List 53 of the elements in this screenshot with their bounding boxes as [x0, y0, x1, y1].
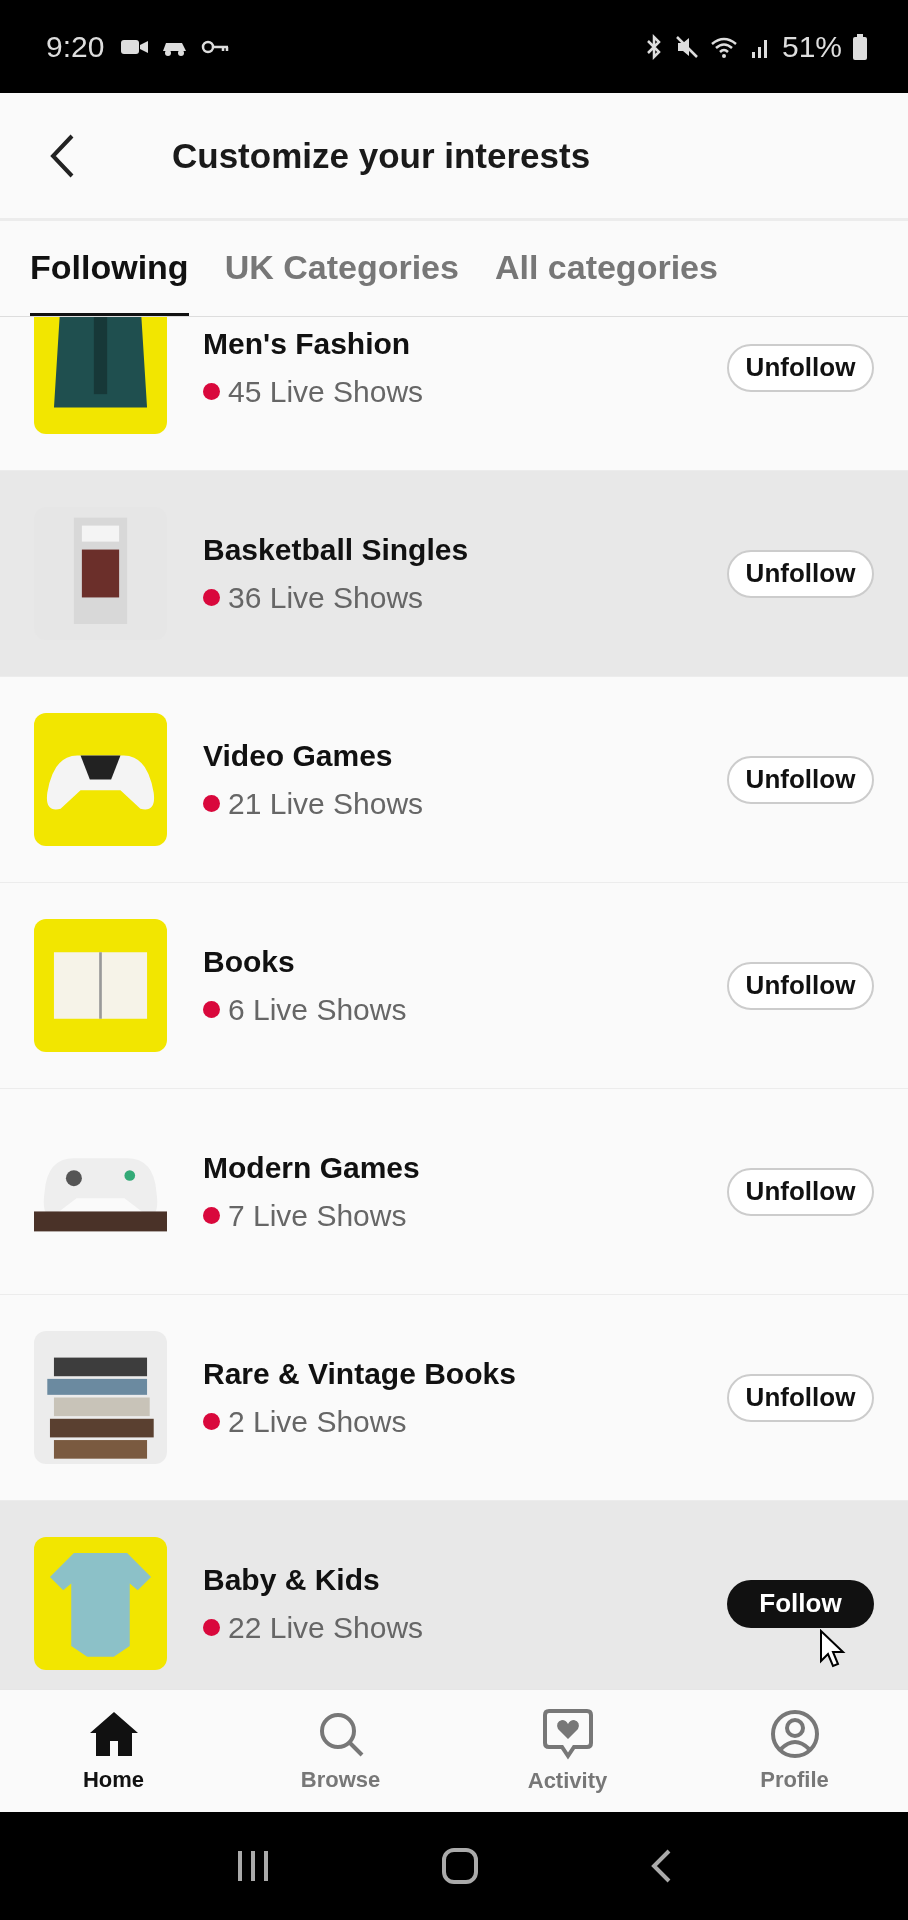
nav-tab[interactable]: Browse [227, 1690, 454, 1812]
live-dot-icon [203, 383, 220, 400]
live-show-count: 2 Live Shows [228, 1404, 407, 1439]
category-row[interactable]: Baby & Kids 22 Live Shows Follow [0, 1501, 908, 1689]
back-nav-icon[interactable] [649, 1848, 673, 1884]
category-row[interactable]: Basketball Singles 36 Live Shows Unfollow [0, 471, 908, 677]
live-show-count: 21 Live Shows [228, 786, 424, 821]
nav-label: Browse [300, 1767, 381, 1793]
live-show-count: 22 Live Shows [228, 1610, 424, 1645]
unfollow-button[interactable]: Unfollow [727, 961, 874, 1010]
back-icon[interactable] [48, 132, 76, 179]
live-dot-icon [203, 1413, 220, 1430]
live-dot-icon [203, 589, 220, 606]
category-title: Baby & Kids [203, 1562, 381, 1597]
category-row[interactable]: Men's Fashion 45 Live Shows Unfollow [0, 317, 908, 471]
live-show-count: 7 Live Shows [228, 1198, 407, 1233]
nav-label: Home [82, 1767, 145, 1793]
battery-percent: 51% [781, 29, 842, 64]
follow-button[interactable]: Follow [727, 1579, 874, 1628]
mouse-cursor-icon [818, 1629, 848, 1669]
category-title: Rare & Vintage Books [203, 1356, 517, 1391]
live-dot-icon [203, 1207, 220, 1224]
category-title: Basketball Singles [203, 532, 470, 567]
mute-icon [673, 33, 700, 60]
live-dot-icon [203, 1001, 220, 1018]
status-time: 9:20 [46, 29, 105, 64]
unfollow-button[interactable]: Unfollow [727, 343, 874, 392]
profile-icon [769, 1709, 820, 1759]
live-dot-icon [203, 1619, 220, 1636]
home-button-icon[interactable] [441, 1847, 479, 1885]
unfollow-button[interactable]: Unfollow [727, 755, 874, 804]
recent-apps-icon[interactable] [235, 1849, 271, 1883]
unfollow-button[interactable]: Unfollow [727, 1373, 874, 1422]
heart-bubble-icon [542, 1708, 593, 1760]
battery-icon [852, 32, 868, 61]
nav-label: Activity [527, 1768, 608, 1794]
tab[interactable]: UK Categories [224, 221, 459, 316]
unfollow-button[interactable]: Unfollow [727, 549, 874, 598]
live-show-count: 6 Live Shows [228, 992, 407, 1027]
category-title: Books [203, 944, 296, 979]
category-title: Modern Games [203, 1150, 421, 1185]
nav-label: Profile [760, 1767, 829, 1793]
category-title: Men's Fashion [203, 326, 412, 361]
live-show-count: 36 Live Shows [228, 580, 424, 615]
nav-tab[interactable]: Activity [454, 1690, 681, 1812]
tab[interactable]: All categories [494, 221, 718, 316]
live-show-count: 45 Live Shows [228, 374, 424, 409]
category-title: Video Games [203, 738, 394, 773]
nav-tab[interactable]: Home [0, 1690, 227, 1812]
unfollow-button[interactable]: Unfollow [727, 1167, 874, 1216]
page-title: Customize your interests [172, 135, 591, 176]
live-dot-icon [203, 795, 220, 812]
nav-tab[interactable]: Profile [681, 1690, 908, 1812]
